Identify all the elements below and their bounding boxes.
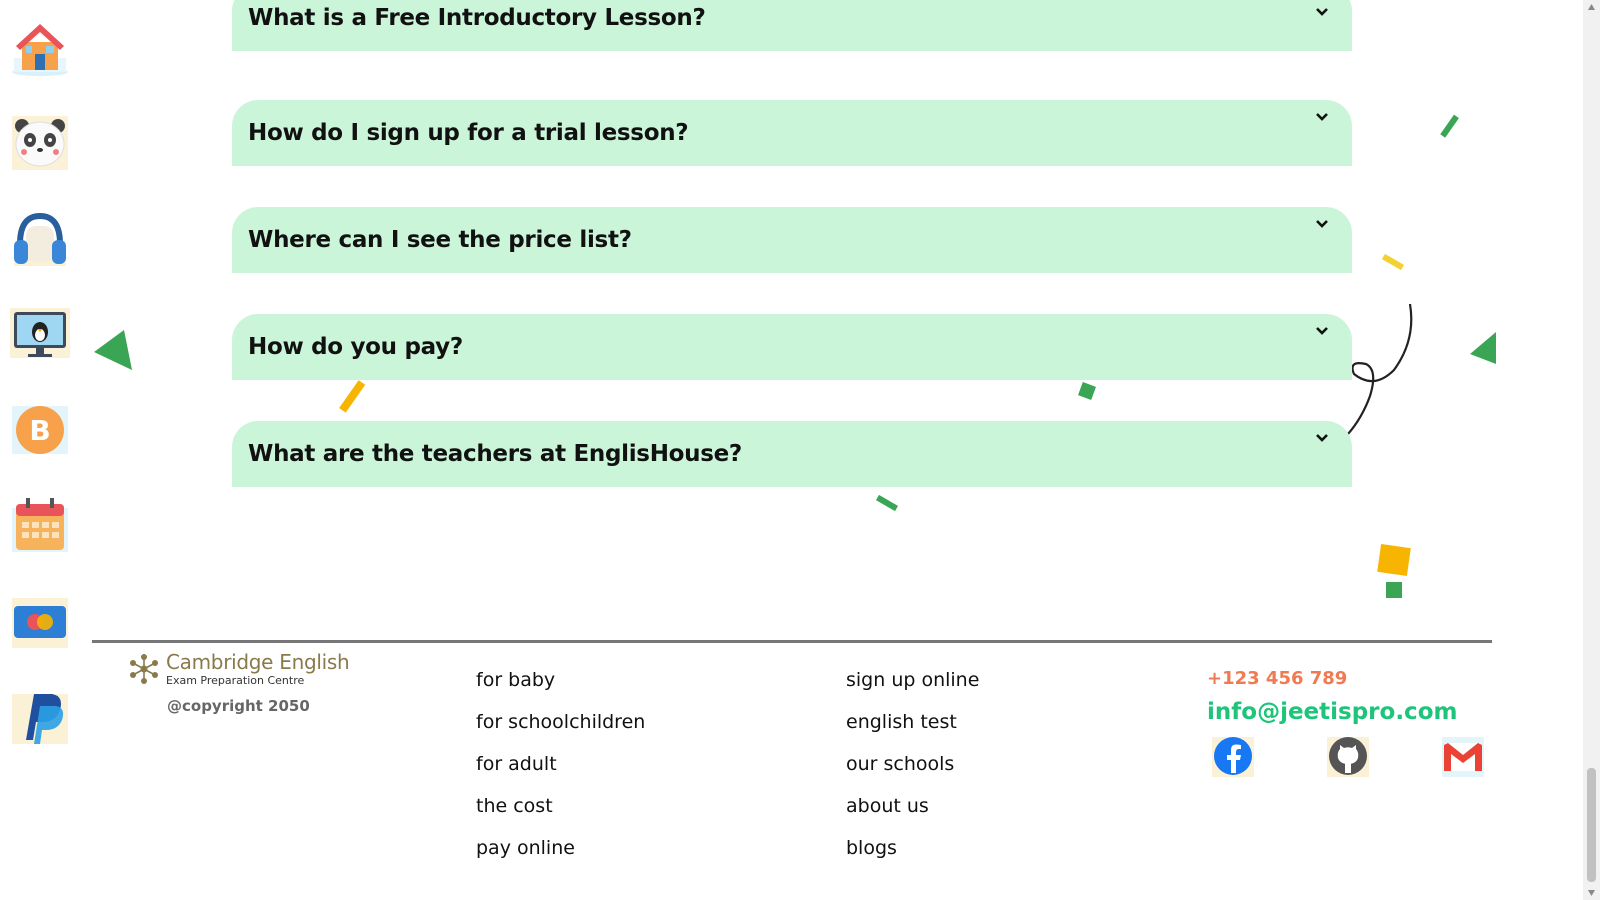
green-triangle-decoration [94,330,132,370]
footer-link[interactable]: pay online [476,834,645,876]
green-confetti-top [1440,114,1459,138]
facebook-icon[interactable] [1210,733,1256,779]
sidebar-item-headphones[interactable] [8,206,72,270]
footer-link[interactable]: the cost [476,792,645,834]
footer-link[interactable]: sign up online [846,666,979,708]
gmail-icon[interactable] [1440,733,1486,779]
copyright-text: @copyright 2050 [167,697,310,715]
footer-link[interactable]: for baby [476,666,645,708]
green-confetti-square [1078,382,1096,400]
faq-question: How do I sign up for a trial lesson? [248,120,689,146]
page-scrollbar[interactable] [1583,0,1600,900]
sidebar-item-calendar[interactable] [8,494,72,558]
scrollbar-thumb[interactable] [1587,768,1596,882]
orange-confetti [339,380,366,413]
faq-item[interactable]: What are the teachers at EnglisHouse? [232,421,1352,487]
yellow-confetti-dash [1381,253,1405,271]
faq-question: What is a Free Introductory Lesson? [248,5,706,31]
footer-link[interactable]: our schools [846,750,979,792]
scroll-down-arrow-icon[interactable] [1587,889,1596,897]
email-link[interactable]: info@jeetispro.com [1207,699,1457,725]
green-triangle-decoration-right [1470,332,1496,364]
green-confetti-dash [875,494,899,512]
faq-item[interactable]: What is a Free Introductory Lesson? [232,0,1352,51]
faq-item[interactable]: How do you pay? [232,314,1352,380]
svg-text:B: B [29,414,50,447]
footer-divider [92,640,1492,643]
footer-links-info: sign up online english test our schools … [846,666,979,876]
faq-item[interactable]: Where can I see the price list? [232,207,1352,273]
scroll-up-arrow-icon[interactable] [1587,3,1596,11]
sidebar-item-linux[interactable] [8,302,72,366]
sidebar-item-card[interactable] [8,590,72,654]
footer-links-audience: for baby for schoolchildren for adult th… [476,666,645,876]
sidebar-item-panda[interactable] [8,110,72,174]
footer-link[interactable]: english test [846,708,979,750]
brand-name: Cambridge English [166,650,350,674]
chevron-down-icon[interactable] [1314,217,1330,231]
chevron-down-icon[interactable] [1314,324,1330,338]
card-icon [12,598,68,648]
faq-question: Where can I see the price list? [248,227,632,253]
cambridge-english-logo: Cambridge English Exam Preparation Centr… [128,650,368,690]
footer-link[interactable]: blogs [846,834,979,876]
footer-link[interactable]: about us [846,792,979,834]
sidebar-item-paypal[interactable] [8,686,72,750]
calendar-icon [12,498,68,552]
phone-number: +123 456 789 [1207,668,1348,689]
sidebar-item-bitcoin[interactable]: B [8,398,72,462]
linux-monitor-icon [10,308,70,358]
home-icon [12,24,68,76]
faq-item[interactable]: How do I sign up for a trial lesson? [232,100,1352,166]
footer-link[interactable]: for schoolchildren [476,708,645,750]
paypal-icon [12,694,68,744]
panda-icon [12,116,68,170]
chevron-down-icon[interactable] [1314,110,1330,124]
faq-question: What are the teachers at EnglisHouse? [248,441,742,467]
chevron-down-icon[interactable] [1314,431,1330,445]
faq-question: How do you pay? [248,334,463,360]
footer-link[interactable]: for adult [476,750,645,792]
squiggle-line-decoration [1347,303,1413,435]
chevron-down-icon[interactable] [1314,5,1330,19]
brand-subtitle: Exam Preparation Centre [166,674,305,687]
bitcoin-icon: B [12,406,68,454]
github-icon[interactable] [1325,733,1371,779]
sidebar-item-home[interactable] [8,14,72,78]
cambridge-snowflake-icon [130,654,158,684]
confetti-squares [1377,544,1411,598]
headphones-icon [14,212,66,266]
